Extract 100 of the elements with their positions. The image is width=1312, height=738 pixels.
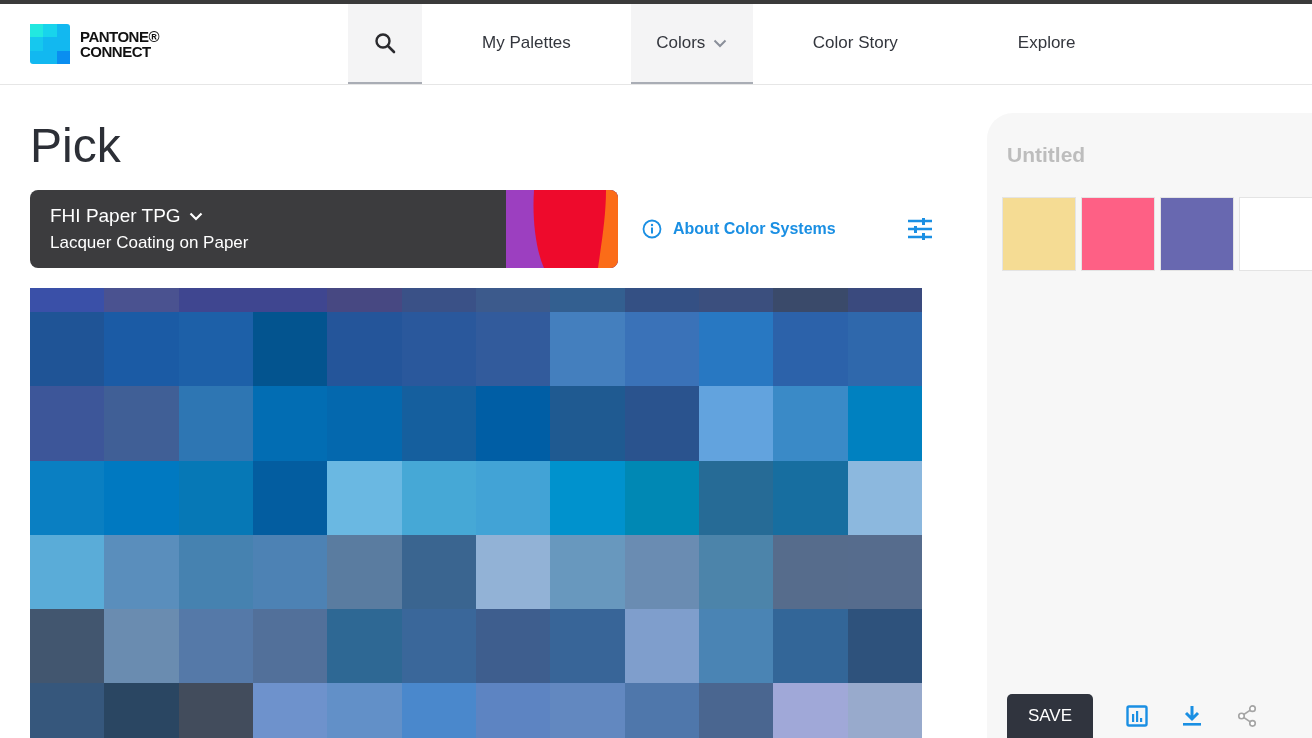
color-swatch[interactable] [550, 312, 625, 387]
color-swatch[interactable] [624, 534, 699, 610]
color-swatch[interactable] [104, 288, 179, 312]
color-swatch[interactable] [178, 312, 253, 387]
color-swatch[interactable] [401, 683, 476, 738]
color-swatch[interactable] [476, 312, 551, 387]
color-swatch[interactable] [327, 683, 402, 738]
color-swatch[interactable] [178, 683, 253, 738]
color-swatch[interactable] [30, 460, 105, 535]
color-swatch[interactable] [773, 683, 848, 738]
color-swatch[interactable] [476, 386, 551, 461]
color-swatch[interactable] [699, 534, 774, 610]
color-swatch[interactable] [327, 312, 402, 387]
color-swatch[interactable] [773, 386, 848, 461]
color-swatch[interactable] [773, 460, 848, 535]
color-swatch[interactable] [253, 312, 328, 387]
color-swatch[interactable] [104, 683, 179, 738]
color-swatch[interactable] [30, 683, 105, 738]
nav-link[interactable]: Explore [957, 4, 1136, 84]
color-swatch[interactable] [178, 534, 253, 610]
color-swatch[interactable] [476, 683, 551, 738]
color-swatch[interactable] [699, 683, 774, 738]
color-swatch[interactable] [550, 683, 625, 738]
color-swatch[interactable] [773, 609, 848, 684]
color-swatch[interactable] [847, 460, 922, 535]
color-swatch[interactable] [30, 534, 105, 610]
color-system-selector[interactable]: FHI Paper TPG Lacquer Coating on Paper [30, 190, 618, 268]
color-swatch[interactable] [253, 534, 328, 610]
color-swatch[interactable] [30, 386, 105, 461]
color-swatch[interactable] [624, 460, 699, 535]
nav-link[interactable]: Color Story [752, 4, 958, 84]
color-swatch[interactable] [550, 386, 625, 461]
color-swatch[interactable] [699, 609, 774, 684]
chart-icon[interactable] [1126, 705, 1148, 727]
color-swatch[interactable] [624, 312, 699, 387]
color-swatch[interactable] [699, 312, 774, 387]
palette-swatch[interactable] [1002, 197, 1076, 271]
save-button[interactable]: SAVE [1007, 694, 1093, 738]
color-swatch[interactable] [104, 460, 179, 535]
info-icon [642, 219, 662, 239]
color-swatch[interactable] [30, 288, 105, 312]
color-swatch[interactable] [401, 312, 476, 387]
color-swatch[interactable] [178, 288, 253, 312]
color-swatch[interactable] [401, 609, 476, 684]
color-swatch[interactable] [30, 312, 105, 387]
color-swatch[interactable] [401, 288, 476, 312]
color-swatch[interactable] [327, 609, 402, 684]
color-swatch[interactable] [476, 460, 551, 535]
color-swatch[interactable] [550, 460, 625, 535]
color-swatch[interactable] [476, 609, 551, 684]
color-swatch[interactable] [178, 460, 253, 535]
color-swatch[interactable] [550, 609, 625, 684]
nav-dropdown[interactable]: Colors [630, 4, 753, 84]
color-swatch[interactable] [401, 460, 476, 535]
color-swatch[interactable] [401, 386, 476, 461]
color-swatch[interactable] [476, 534, 551, 610]
color-swatch[interactable] [253, 460, 328, 535]
nav-link[interactable]: My Palettes [422, 4, 631, 84]
color-swatch[interactable] [699, 288, 774, 312]
palette-swatch[interactable] [1081, 197, 1155, 271]
search-button[interactable] [348, 4, 422, 84]
share-icon[interactable] [1236, 705, 1258, 727]
color-swatch[interactable] [104, 609, 179, 684]
sliders-icon[interactable] [907, 218, 932, 240]
color-swatch[interactable] [624, 386, 699, 461]
color-swatch[interactable] [253, 609, 328, 684]
color-swatch[interactable] [104, 534, 179, 610]
color-swatch[interactable] [104, 312, 179, 387]
color-swatch[interactable] [401, 534, 476, 610]
color-swatch[interactable] [847, 386, 922, 461]
download-icon[interactable] [1181, 705, 1203, 727]
palette-swatch[interactable] [1160, 197, 1234, 271]
color-swatch[interactable] [847, 609, 922, 684]
color-swatch[interactable] [178, 609, 253, 684]
color-swatch[interactable] [253, 288, 328, 312]
color-swatch[interactable] [550, 534, 625, 610]
color-swatch[interactable] [476, 288, 551, 312]
color-swatch[interactable] [699, 386, 774, 461]
color-swatch[interactable] [550, 288, 625, 312]
color-swatch[interactable] [327, 386, 402, 461]
color-swatch[interactable] [847, 312, 922, 387]
color-swatch[interactable] [624, 683, 699, 738]
color-swatch[interactable] [253, 386, 328, 461]
color-swatch[interactable] [327, 460, 402, 535]
color-swatch[interactable] [773, 288, 848, 312]
color-swatch[interactable] [178, 386, 253, 461]
palette-swatch[interactable] [1239, 197, 1312, 271]
color-swatch[interactable] [699, 460, 774, 535]
color-swatch[interactable] [30, 609, 105, 684]
color-swatch[interactable] [773, 312, 848, 387]
color-swatch[interactable] [624, 288, 699, 312]
color-swatch[interactable] [104, 386, 179, 461]
color-swatch[interactable] [847, 288, 922, 312]
color-swatch[interactable] [847, 683, 922, 738]
color-swatch[interactable] [847, 534, 922, 610]
color-swatch[interactable] [327, 288, 402, 312]
color-swatch[interactable] [327, 534, 402, 610]
color-swatch[interactable] [253, 683, 328, 738]
color-swatch[interactable] [624, 609, 699, 684]
color-swatch[interactable] [773, 534, 848, 610]
